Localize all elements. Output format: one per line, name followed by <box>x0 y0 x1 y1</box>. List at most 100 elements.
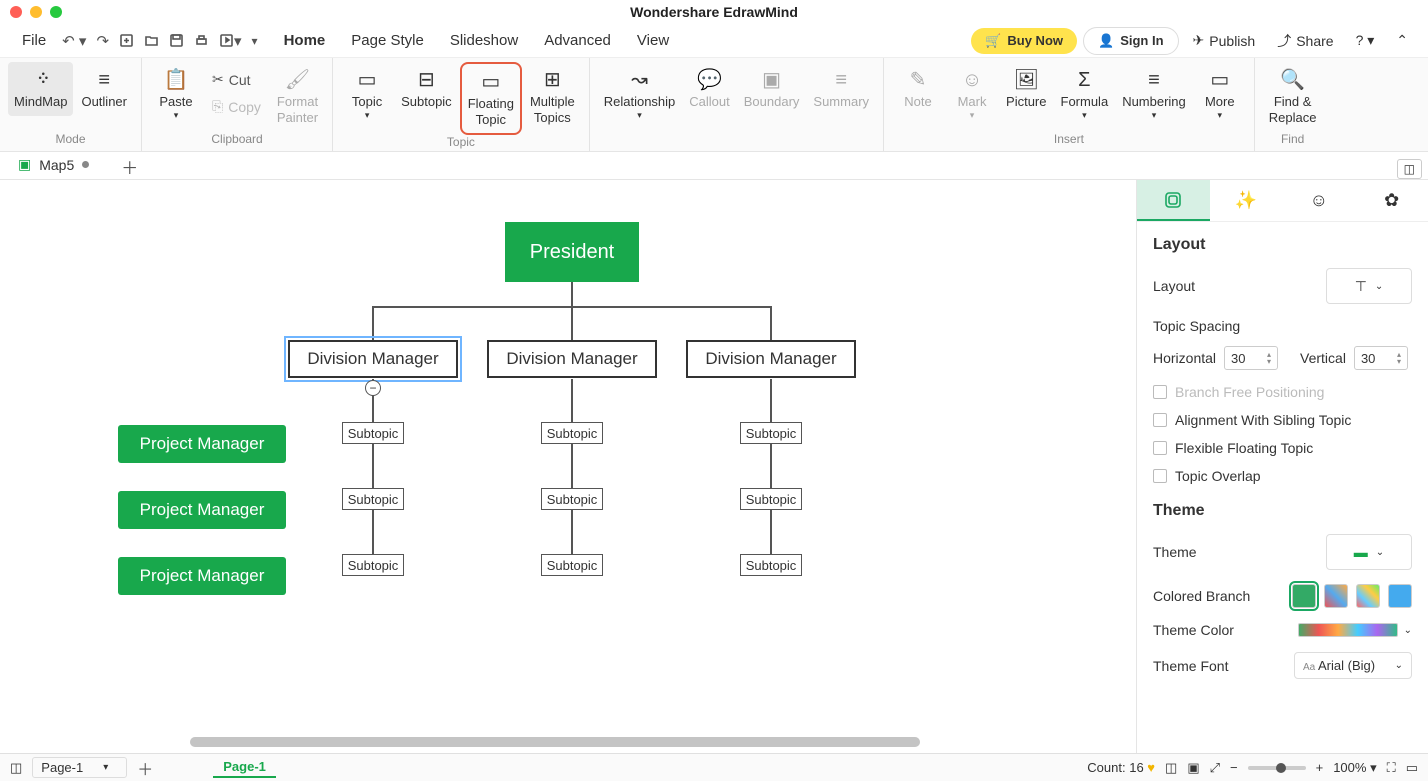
add-tab-button[interactable]: ＋ <box>113 154 146 179</box>
node-subtopic[interactable]: Subtopic <box>342 488 404 510</box>
multiple-topics-button[interactable]: ⊞Multiple Topics <box>524 62 581 131</box>
topic-overlap-checkbox[interactable]: Topic Overlap <box>1153 468 1412 484</box>
zoom-in-button[interactable]: + <box>1316 760 1324 775</box>
find-replace-button[interactable]: 🔍Find & Replace <box>1263 62 1323 131</box>
tab-slideshow[interactable]: Slideshow <box>440 28 528 53</box>
side-tab-clipart[interactable]: ✿ <box>1355 180 1428 221</box>
node-subtopic[interactable]: Subtopic <box>740 422 802 444</box>
zoom-thumb[interactable] <box>1276 763 1286 773</box>
view-mode-2[interactable]: ▣ <box>1187 760 1199 776</box>
close-window[interactable] <box>10 6 22 18</box>
add-page-button[interactable]: ＋ <box>137 756 153 780</box>
flexible-floating-checkbox[interactable]: Flexible Floating Topic <box>1153 440 1412 456</box>
publish-button[interactable]: ✈Publish <box>1185 32 1264 49</box>
fit-page-button[interactable]: ⤢ <box>1210 760 1220 776</box>
boundary-button[interactable]: ▣Boundary <box>738 62 806 116</box>
mark-button[interactable]: ☺Mark▾ <box>946 62 998 126</box>
side-tab-style[interactable]: ✨ <box>1210 180 1283 221</box>
node-floating-2[interactable]: Project Manager <box>118 491 286 529</box>
node-subtopic[interactable]: Subtopic <box>541 488 603 510</box>
theme-color-select[interactable]: ⌄ <box>1298 623 1412 637</box>
minimize-window[interactable] <box>30 6 42 18</box>
swatch-3[interactable] <box>1356 584 1380 608</box>
node-subtopic[interactable]: Subtopic <box>342 554 404 576</box>
format-painter-button[interactable]: 🖌Format Painter <box>271 62 324 131</box>
more-button[interactable]: ▭More▾ <box>1194 62 1246 126</box>
layout-select[interactable]: ⊤⌄ <box>1326 268 1412 304</box>
node-subtopic[interactable]: Subtopic <box>541 554 603 576</box>
paste-button[interactable]: 📋Paste▾ <box>150 62 202 126</box>
node-root[interactable]: President <box>505 222 639 282</box>
numbering-button[interactable]: ≡Numbering▾ <box>1116 62 1192 126</box>
share-button[interactable]: ⤴Share <box>1269 31 1341 51</box>
subtopic-button[interactable]: ⊟Subtopic <box>395 62 458 116</box>
picture-button[interactable]: 🖼Picture <box>1000 62 1052 116</box>
save-button[interactable] <box>169 33 184 48</box>
help-button[interactable]: ? ▾ <box>1348 32 1383 49</box>
buy-now-button[interactable]: 🛒Buy Now <box>971 28 1077 54</box>
branch-free-checkbox[interactable]: Branch Free Positioning <box>1153 384 1412 400</box>
open-button[interactable] <box>144 33 159 48</box>
page-tab[interactable]: Page-1 <box>213 757 276 778</box>
view-mode-1[interactable]: ◫ <box>1165 760 1177 776</box>
file-menu[interactable]: File <box>12 28 56 53</box>
copy-button[interactable]: ⎘Copy <box>204 95 269 118</box>
new-button[interactable] <box>119 33 134 48</box>
node-floating-1[interactable]: Project Manager <box>118 425 286 463</box>
horizontal-scrollbar[interactable] <box>190 737 920 747</box>
swatch-2[interactable] <box>1324 584 1348 608</box>
undo-button[interactable]: ↶ ▾ <box>62 32 86 50</box>
node-floating-3[interactable]: Project Manager <box>118 557 286 595</box>
maximize-window[interactable] <box>50 6 62 18</box>
node-division-3[interactable]: Division Manager <box>686 340 856 378</box>
swatch-4[interactable] <box>1388 584 1412 608</box>
node-subtopic[interactable]: Subtopic <box>740 554 802 576</box>
vertical-spinner[interactable]: 30▴▾ <box>1354 346 1408 370</box>
export-button[interactable]: ▾ <box>219 32 242 50</box>
node-subtopic[interactable]: Subtopic <box>342 422 404 444</box>
align-sibling-checkbox[interactable]: Alignment With Sibling Topic <box>1153 412 1412 428</box>
document-tab[interactable]: ▣ Map5 <box>8 152 109 179</box>
node-division-1[interactable]: Division Manager <box>288 340 458 378</box>
page-view-icon[interactable]: ◫ <box>10 760 22 776</box>
canvas[interactable]: President Division Manager Division Mana… <box>0 180 1136 753</box>
relationship-button[interactable]: ↝Relationship▾ <box>598 62 682 126</box>
tab-advanced[interactable]: Advanced <box>534 28 621 53</box>
redo-button[interactable]: ↷ <box>96 32 109 50</box>
cut-button[interactable]: ✂Cut <box>204 68 269 91</box>
print-button[interactable] <box>194 33 209 48</box>
zoom-out-button[interactable]: − <box>1230 760 1238 775</box>
tab-view[interactable]: View <box>627 28 679 53</box>
panel-toggle[interactable]: ◫ <box>1397 159 1422 179</box>
minimize-panel-button[interactable]: ▭ <box>1406 760 1418 776</box>
callout-button[interactable]: 💬Callout <box>683 62 735 116</box>
node-division-2[interactable]: Division Manager <box>487 340 657 378</box>
swatch-1[interactable] <box>1292 584 1316 608</box>
fullscreen-button[interactable]: ⛶ <box>1387 760 1396 776</box>
floating-topic-button[interactable]: ▭Floating Topic <box>460 62 522 135</box>
side-tab-layout[interactable] <box>1137 180 1210 221</box>
tab-page-style[interactable]: Page Style <box>341 28 434 53</box>
summary-button[interactable]: ≡Summary <box>807 62 875 116</box>
theme-font-select[interactable]: Aa Arial (Big)⌄ <box>1294 652 1412 679</box>
collapse-ribbon[interactable]: ⌃ <box>1388 32 1416 49</box>
zoom-value[interactable]: 100% ▾ <box>1333 760 1376 776</box>
spinner-arrows[interactable]: ▴▾ <box>1397 351 1401 365</box>
zoom-slider[interactable] <box>1248 766 1306 770</box>
mindmap-button[interactable]: ᠅MindMap <box>8 62 73 116</box>
tab-home[interactable]: Home <box>274 28 336 53</box>
node-subtopic[interactable]: Subtopic <box>541 422 603 444</box>
side-tab-icons[interactable]: ☺ <box>1283 180 1356 221</box>
outliner-button[interactable]: ≡Outliner <box>75 62 133 116</box>
topic-button[interactable]: ▭Topic▾ <box>341 62 393 126</box>
theme-select[interactable]: ▬⌄ <box>1326 534 1412 570</box>
formula-button[interactable]: ΣFormula▾ <box>1055 62 1115 126</box>
sign-in-button[interactable]: 👤Sign In <box>1083 27 1179 55</box>
node-subtopic[interactable]: Subtopic <box>740 488 802 510</box>
spinner-arrows[interactable]: ▴▾ <box>1267 351 1271 365</box>
collapse-handle[interactable]: − <box>365 380 381 396</box>
page-selector[interactable]: Page-1▾ <box>32 757 127 778</box>
scroll-thumb[interactable] <box>190 737 920 747</box>
qat-customize[interactable]: ▾ <box>252 34 258 48</box>
note-button[interactable]: ✎Note <box>892 62 944 116</box>
